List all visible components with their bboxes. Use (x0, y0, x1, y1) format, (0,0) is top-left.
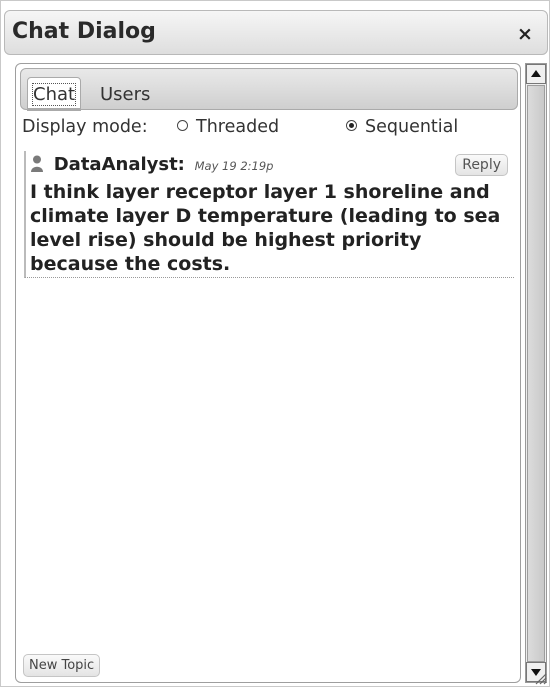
radio-sequential-label[interactable]: Sequential (365, 117, 458, 137)
scroll-thumb[interactable] (527, 85, 545, 662)
radio-sequential-button[interactable] (346, 119, 357, 131)
chat-panel: Chat Users Display mode: Threaded Sequen… (15, 63, 521, 683)
tab-chat-label: Chat (31, 83, 77, 106)
close-icon[interactable]: × (514, 23, 536, 45)
message-author[interactable]: DataAnalyst: (54, 154, 185, 175)
scroll-up-arrow-icon[interactable] (526, 64, 546, 84)
message-body: I think layer receptor layer 1 shoreline… (30, 181, 501, 275)
new-topic-button[interactable]: New Topic (23, 654, 101, 677)
dialog-titlebar[interactable]: Chat Dialog × (4, 10, 548, 55)
dialog-title: Chat Dialog (12, 19, 156, 44)
radio-threaded[interactable]: Threaded (177, 117, 279, 137)
radio-sequential[interactable]: Sequential (346, 117, 458, 137)
chat-dialog: Chat Dialog × Chat Users Display mode: T… (0, 0, 550, 687)
vertical-scrollbar[interactable] (525, 63, 547, 683)
tab-bar: Chat Users (20, 68, 518, 111)
tab-chat[interactable]: Chat (27, 77, 82, 111)
message-timestamp: May 19 2:19p (194, 159, 274, 173)
radio-threaded-label[interactable]: Threaded (196, 117, 279, 137)
display-mode-label: Display mode: (22, 117, 148, 137)
reply-button[interactable]: Reply (455, 154, 508, 176)
radio-threaded-button[interactable] (177, 119, 188, 131)
message-header: DataAnalyst: May 19 2:19p Reply (30, 153, 510, 177)
display-mode-row: Display mode: Threaded Sequential (22, 117, 516, 141)
chat-message: DataAnalyst: May 19 2:19p Reply I think … (24, 151, 514, 278)
tab-users-label: Users (100, 84, 151, 105)
user-icon (30, 155, 44, 172)
resize-grip-icon[interactable] (533, 670, 547, 685)
tab-users[interactable]: Users (94, 77, 156, 111)
